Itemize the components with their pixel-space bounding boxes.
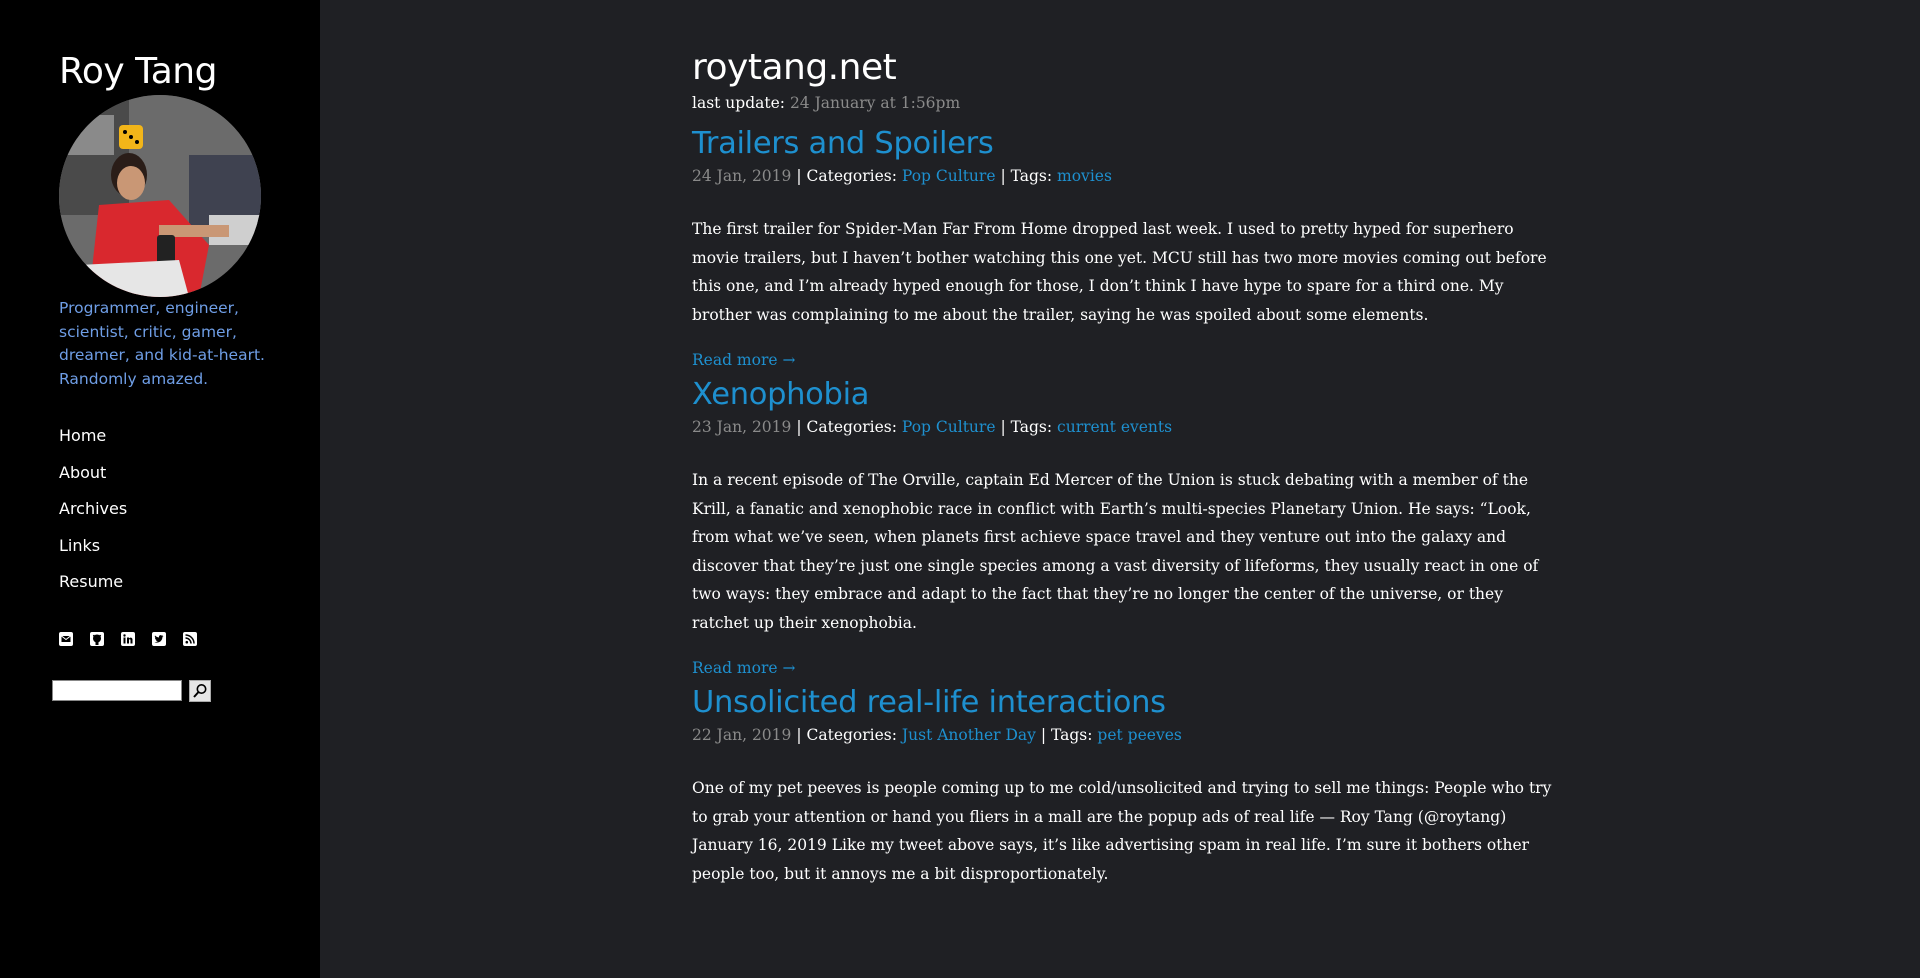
tags-label: Tags: (1010, 167, 1053, 185)
rss-icon[interactable] (183, 632, 197, 646)
post-date: 23 Jan, 2019 (692, 418, 792, 436)
search-icon (193, 684, 207, 698)
tag-link[interactable]: current events (1057, 418, 1172, 436)
social-links (59, 632, 197, 646)
page-title[interactable]: roytang.net (692, 45, 1552, 91)
post-date: 24 Jan, 2019 (692, 167, 792, 185)
categories-label: Categories: (806, 167, 897, 185)
read-more-link[interactable]: Read more → (692, 654, 1552, 682)
post-title[interactable]: Trailers and Spoilers (692, 124, 1552, 164)
post-excerpt: The first trailer for Spider-Man Far Fro… (692, 220, 1547, 324)
post-title[interactable]: Unsolicited real-life interactions (692, 683, 1552, 723)
post-meta: 23 Jan, 2019 | Categories: Pop Culture |… (692, 415, 1552, 439)
post-title[interactable]: Xenophobia (692, 375, 1552, 415)
nav-item-about[interactable]: About (59, 461, 127, 498)
meta-separator: | (1000, 418, 1006, 436)
category-link[interactable]: Just Another Day (902, 726, 1036, 744)
post-excerpt: One of my pet peeves is people coming up… (692, 779, 1552, 883)
search-input[interactable] (52, 680, 182, 701)
last-update-value: 24 January at 1:56pm (789, 94, 961, 112)
site-tagline: Programmer, engineer, scientist, critic,… (59, 299, 265, 388)
nav-item-links[interactable]: Links (59, 534, 127, 571)
nav-item-archives[interactable]: Archives (59, 497, 127, 534)
sidebar-nav: Home About Archives Links Resume (59, 424, 127, 607)
last-update-label: last update: (692, 94, 785, 112)
search-button[interactable] (189, 680, 211, 702)
category-link[interactable]: Pop Culture (902, 167, 996, 185)
nav-item-resume[interactable]: Resume (59, 570, 127, 607)
avatar-photo (59, 95, 261, 297)
tag-link[interactable]: movies (1057, 167, 1112, 185)
post: Xenophobia 23 Jan, 2019 | Categories: Po… (692, 375, 1552, 682)
avatar (59, 95, 261, 297)
post-meta: 24 Jan, 2019 | Categories: Pop Culture |… (692, 164, 1552, 188)
post: Unsolicited real-life interactions 22 Ja… (692, 683, 1552, 888)
github-icon[interactable] (90, 632, 104, 646)
category-link[interactable]: Pop Culture (902, 418, 996, 436)
categories-label: Categories: (806, 726, 897, 744)
meta-separator: | (796, 167, 802, 185)
post-excerpt: In a recent episode of The Orville, capt… (692, 471, 1539, 632)
nav-item-home[interactable]: Home (59, 424, 127, 461)
meta-separator: | (1040, 726, 1047, 744)
linkedin-icon[interactable] (121, 632, 135, 646)
post: Trailers and Spoilers 24 Jan, 2019 | Cat… (692, 124, 1552, 374)
tag-link[interactable]: pet peeves (1097, 726, 1181, 744)
tags-label: Tags: (1010, 418, 1053, 436)
twitter-icon[interactable] (152, 632, 166, 646)
meta-separator: | (796, 418, 802, 436)
site-title[interactable]: Roy Tang (59, 48, 217, 96)
categories-label: Categories: (806, 418, 897, 436)
tags-label: Tags: (1051, 726, 1093, 744)
read-more-link[interactable]: Read more → (692, 346, 1552, 374)
meta-separator: | (796, 726, 802, 744)
sidebar: Roy Tang Programmer, engineer, scientist… (0, 0, 320, 978)
main-content: roytang.net last update: 24 January at 1… (692, 45, 1552, 888)
post-meta: 22 Jan, 2019 | Categories: Just Another … (692, 723, 1552, 747)
post-date: 22 Jan, 2019 (692, 726, 792, 744)
email-icon[interactable] (59, 632, 73, 646)
last-update: last update: 24 January at 1:56pm (692, 91, 1552, 115)
meta-separator: | (1000, 167, 1006, 185)
